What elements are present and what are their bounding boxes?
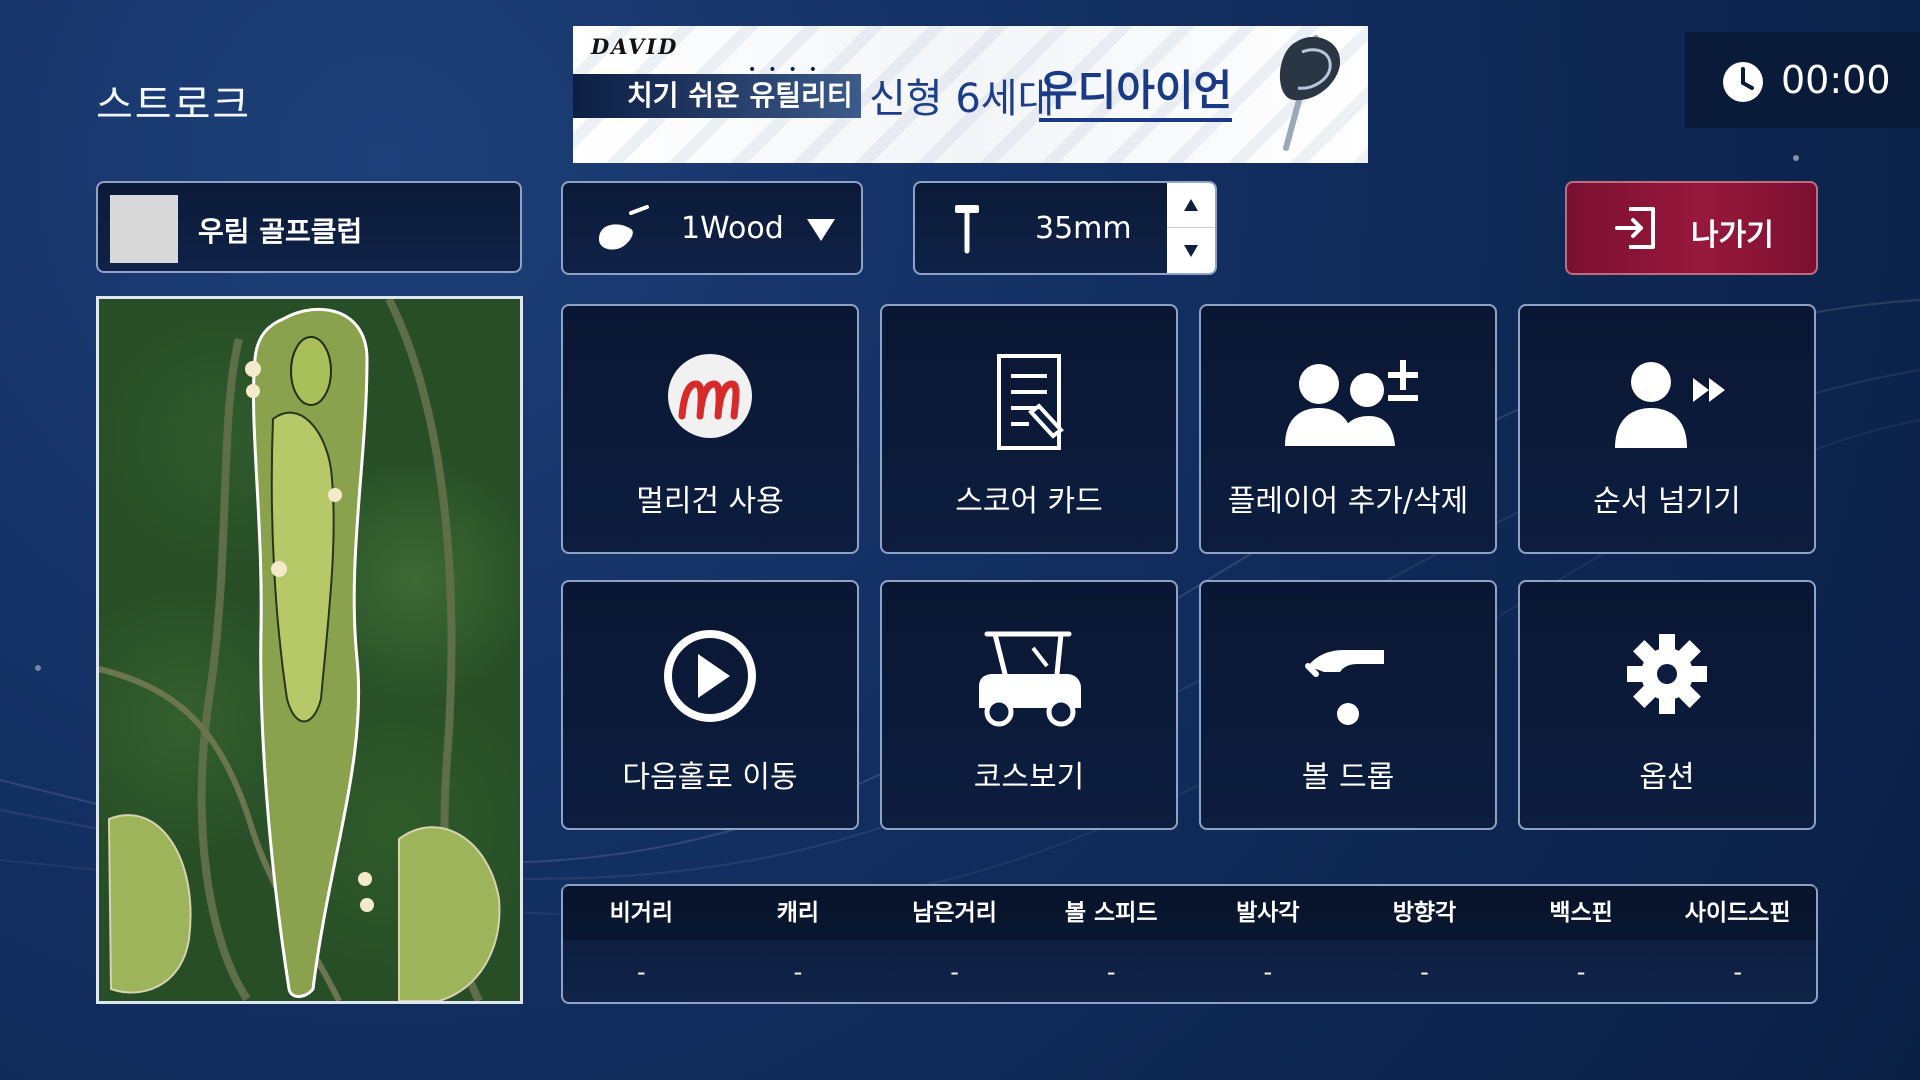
- stat-column-backspin: 백스핀 -: [1502, 886, 1660, 1004]
- banner-tag: 치기 쉬운 유틸리티: [573, 74, 861, 118]
- ball-drop-icon: [1305, 650, 1384, 725]
- stat-header: 사이드스핀: [1659, 886, 1816, 940]
- stat-value: -: [1733, 958, 1743, 986]
- chevron-down-icon: [807, 219, 835, 241]
- stat-value: -: [950, 958, 959, 986]
- mulligan-button[interactable]: 멀리건 사용: [561, 304, 859, 554]
- stat-header: 비거리: [563, 886, 720, 940]
- golf-cart-icon: [979, 631, 1081, 727]
- scorecard-button[interactable]: 스코어 카드: [880, 304, 1178, 554]
- golf-club-name: 우림 골프클럽: [198, 215, 363, 248]
- tee-height-stepper: [1167, 183, 1215, 273]
- skip-turn-button[interactable]: 순서 넘기기: [1518, 304, 1816, 554]
- club-selector-dropdown[interactable]: 1Wood: [561, 181, 863, 275]
- stat-value: -: [1106, 958, 1116, 986]
- stat-column-ball-speed: 볼 스피드 -: [1032, 886, 1190, 1004]
- scorecard-label: 스코어 카드: [955, 484, 1103, 519]
- add-remove-player-icon: [1285, 360, 1418, 446]
- tee-height-value: 35mm: [1035, 211, 1132, 246]
- skip-turn-label: 순서 넘기기: [1593, 484, 1741, 519]
- course-hole-map[interactable]: [96, 296, 523, 1004]
- ball-drop-button[interactable]: 볼 드롭: [1199, 580, 1497, 830]
- options-button[interactable]: 옵션: [1518, 580, 1816, 830]
- banner-highlight: 우디아이언: [1039, 64, 1233, 122]
- stat-column-sidespin: 사이드스핀 -: [1659, 886, 1816, 1004]
- scorecard-icon: [997, 354, 1064, 450]
- stat-value: -: [1576, 958, 1586, 986]
- stat-column-distance: 비거리 -: [563, 886, 720, 1004]
- golf-club-icon: [599, 205, 649, 250]
- stat-header: 볼 스피드: [1032, 886, 1190, 940]
- options-label: 옵션: [1639, 760, 1695, 795]
- stat-header: 백스핀: [1502, 886, 1660, 940]
- gear-icon: [1627, 634, 1707, 714]
- exit-button[interactable]: 나가기: [1565, 181, 1818, 275]
- club-selector-value: 1Wood: [681, 211, 784, 246]
- tee-height-control: 35mm: [913, 181, 1217, 275]
- add-remove-player-label: 플레이어 추가/삭제: [1227, 484, 1469, 519]
- timer-value: 00:00: [1781, 58, 1891, 102]
- tee-height-increase-button[interactable]: [1167, 183, 1215, 228]
- stat-column-remaining: 남은거리 -: [876, 886, 1033, 1004]
- mulligan-icon: [668, 354, 752, 438]
- banner-text: 신형 6세대: [869, 76, 1055, 122]
- banner-brand: DAVID: [591, 34, 679, 59]
- ball-drop-label: 볼 드롭: [1301, 760, 1395, 795]
- stat-value: -: [636, 958, 646, 986]
- skip-turn-icon: [1615, 362, 1725, 448]
- hole-layout-graphic: [99, 299, 501, 1001]
- stat-header: 캐리: [719, 886, 877, 940]
- exit-label: 나가기: [1691, 218, 1774, 253]
- golf-club-name-panel: 우림 골프클럽: [96, 181, 522, 273]
- play-icon: [664, 630, 756, 722]
- shot-stats-table: 비거리 - 캐리 - 남은거리 - 볼 스피드 - 발사각 - 방향각 - 백스…: [561, 884, 1818, 1004]
- stat-header: 발사각: [1189, 886, 1347, 940]
- course-view-label: 코스보기: [973, 760, 1085, 795]
- ad-banner[interactable]: DAVID •••• 치기 쉬운 유틸리티 신형 6세대 우디아이언: [573, 26, 1368, 163]
- add-remove-player-button[interactable]: 플레이어 추가/삭제: [1199, 304, 1497, 554]
- stat-header: 방향각: [1346, 886, 1503, 940]
- course-view-button[interactable]: 코스보기: [880, 580, 1178, 830]
- tee-icon: [955, 205, 979, 254]
- club-logo: [110, 195, 178, 263]
- golf-club-image: [1279, 35, 1341, 151]
- tee-height-decrease-button[interactable]: [1167, 228, 1215, 273]
- stat-value: -: [1263, 958, 1273, 986]
- exit-icon: [1615, 207, 1655, 249]
- stat-value: -: [793, 958, 803, 986]
- stat-column-direction-angle: 방향각 -: [1346, 886, 1503, 1004]
- stat-column-carry: 캐리 -: [719, 886, 877, 1004]
- next-hole-button[interactable]: 다음홀로 이동: [561, 580, 859, 830]
- clock-icon: [1723, 62, 1763, 102]
- mulligan-label: 멀리건 사용: [636, 484, 784, 519]
- stat-column-launch-angle: 발사각 -: [1189, 886, 1347, 1004]
- stat-header: 남은거리: [876, 886, 1033, 940]
- stat-value: -: [1420, 958, 1429, 986]
- page-title: 스트로크: [96, 82, 252, 128]
- timer-display: 00:00: [1685, 32, 1920, 128]
- next-hole-label: 다음홀로 이동: [622, 760, 798, 795]
